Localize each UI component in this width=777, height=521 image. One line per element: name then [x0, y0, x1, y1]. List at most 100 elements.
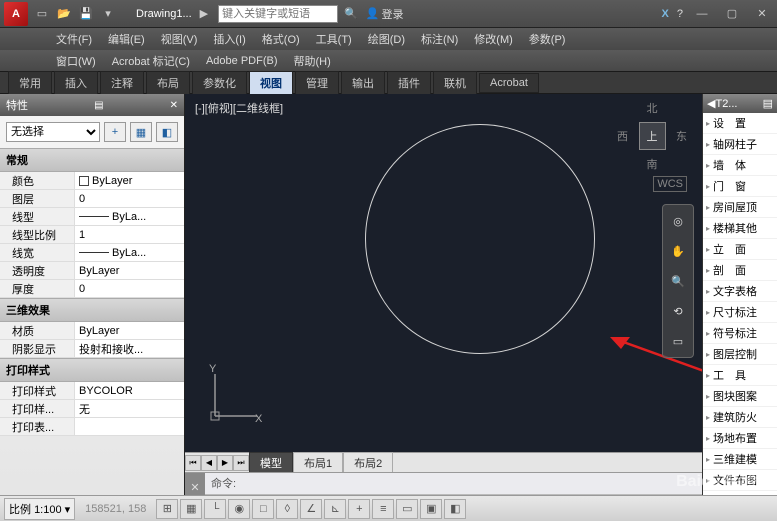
- scale-value[interactable]: 1:100: [34, 504, 62, 516]
- open-icon[interactable]: 📂: [56, 6, 72, 22]
- binoculars-icon[interactable]: 🔍: [344, 7, 358, 20]
- layout2-tab[interactable]: 布局2: [343, 452, 393, 474]
- ortho-button[interactable]: └: [204, 499, 226, 519]
- osnap-button[interactable]: □: [252, 499, 274, 519]
- palette-item[interactable]: 设 置: [703, 113, 777, 134]
- property-row[interactable]: 图层 0: [0, 190, 184, 208]
- viewport-label[interactable]: [-][俯视][二维线框]: [195, 100, 283, 116]
- palette-item[interactable]: 轴网柱子: [703, 134, 777, 155]
- circle-entity[interactable]: [365, 124, 595, 354]
- 3dosnap-button[interactable]: ◊: [276, 499, 298, 519]
- menu-item[interactable]: 视图(V): [155, 29, 204, 49]
- ducs-button[interactable]: ⊾: [324, 499, 346, 519]
- palette-item[interactable]: 墙 体: [703, 155, 777, 176]
- menu-item[interactable]: 参数(P): [523, 29, 572, 49]
- property-row[interactable]: 阴影显示 投射和接收...: [0, 340, 184, 358]
- ribbon-tab[interactable]: 视图: [249, 71, 293, 95]
- login-link[interactable]: 登录: [382, 6, 404, 22]
- menu-item[interactable]: 编辑(E): [102, 29, 151, 49]
- sc-button[interactable]: ◧: [444, 499, 466, 519]
- maximize-button[interactable]: ▢: [721, 7, 743, 21]
- save-icon[interactable]: 💾: [78, 6, 94, 22]
- menu-item[interactable]: 修改(M): [468, 29, 519, 49]
- search-input[interactable]: [218, 5, 338, 23]
- category-plot[interactable]: 打印样式: [0, 358, 184, 382]
- property-row[interactable]: 打印样式 BYCOLOR: [0, 382, 184, 400]
- menu-item[interactable]: 文件(F): [50, 29, 98, 49]
- palette-item[interactable]: 建筑防火: [703, 407, 777, 428]
- quick-select-icon[interactable]: +: [104, 122, 126, 142]
- palette-item[interactable]: 符号标注: [703, 323, 777, 344]
- menu-item[interactable]: 格式(O): [256, 29, 306, 49]
- property-row[interactable]: 打印样... 无: [0, 400, 184, 418]
- palette-item[interactable]: 楼梯其他: [703, 218, 777, 239]
- exchange-icon[interactable]: X: [662, 8, 669, 20]
- palette-item[interactable]: 尺寸标注: [703, 302, 777, 323]
- menu-item[interactable]: 插入(I): [207, 29, 251, 49]
- property-row[interactable]: 线宽 ByLa...: [0, 244, 184, 262]
- polar-button[interactable]: ◉: [228, 499, 250, 519]
- menu-item[interactable]: 窗口(W): [50, 51, 102, 71]
- menu-item[interactable]: 帮助(H): [288, 51, 337, 71]
- qp-button[interactable]: ▣: [420, 499, 442, 519]
- tpy-button[interactable]: ▭: [396, 499, 418, 519]
- tab-last-icon[interactable]: ⏭: [233, 455, 249, 471]
- user-icon[interactable]: 👤: [366, 7, 380, 20]
- tab-first-icon[interactable]: ⏮: [185, 455, 201, 471]
- drawing-canvas[interactable]: [-][俯视][二维线框] XY 北 西 上 东 南 WCS ◎ ✋ 🔍 ⟲ ▭: [185, 94, 702, 452]
- property-row[interactable]: 透明度 ByLayer: [0, 262, 184, 280]
- ribbon-tab[interactable]: 输出: [341, 71, 385, 95]
- palette-item[interactable]: 文件布图: [703, 470, 777, 491]
- menu-item[interactable]: 工具(T): [310, 29, 358, 49]
- palette-item[interactable]: 立 面: [703, 239, 777, 260]
- snap-button[interactable]: ⊞: [156, 499, 178, 519]
- tab-next-icon[interactable]: ▶: [217, 455, 233, 471]
- palette-menu-icon[interactable]: ▤: [763, 97, 773, 110]
- arrow-left-icon[interactable]: ◀: [707, 97, 715, 110]
- menu-item[interactable]: 标注(N): [415, 29, 464, 49]
- ribbon-tab[interactable]: 注释: [100, 71, 144, 95]
- property-row[interactable]: 打印表...: [0, 418, 184, 436]
- palette-item[interactable]: 图块图案: [703, 386, 777, 407]
- orbit-icon[interactable]: ⟲: [666, 299, 690, 323]
- lwt-button[interactable]: ≡: [372, 499, 394, 519]
- dropdown-icon[interactable]: ▾: [100, 6, 116, 22]
- selection-dropdown[interactable]: 无选择: [6, 122, 100, 142]
- minimize-button[interactable]: —: [691, 7, 713, 21]
- help-icon[interactable]: ?: [677, 8, 683, 20]
- play-icon[interactable]: ▶: [200, 7, 208, 20]
- layout1-tab[interactable]: 布局1: [293, 452, 343, 474]
- ribbon-tab[interactable]: 布局: [146, 71, 190, 95]
- palette-item[interactable]: 工 具: [703, 365, 777, 386]
- new-icon[interactable]: ▭: [34, 6, 50, 22]
- pickset-icon[interactable]: ◧: [156, 122, 178, 142]
- panel-menu-icon[interactable]: ▤: [94, 100, 103, 111]
- select-objects-icon[interactable]: ▦: [130, 122, 152, 142]
- property-row[interactable]: 厚度 0: [0, 280, 184, 298]
- palette-item[interactable]: 房间屋顶: [703, 197, 777, 218]
- category-general[interactable]: 常规: [0, 148, 184, 172]
- model-tab[interactable]: 模型: [249, 452, 293, 474]
- close-button[interactable]: ✕: [751, 7, 773, 21]
- ribbon-tab[interactable]: Acrobat: [479, 73, 539, 93]
- property-row[interactable]: 线型比例 1: [0, 226, 184, 244]
- menu-item[interactable]: Acrobat 标记(C): [106, 51, 196, 71]
- wheel-icon[interactable]: ◎: [666, 209, 690, 233]
- palette-item[interactable]: 文字表格: [703, 281, 777, 302]
- pan-icon[interactable]: ✋: [666, 239, 690, 263]
- ribbon-tab[interactable]: 常用: [8, 71, 52, 95]
- ribbon-tab[interactable]: 管理: [295, 71, 339, 95]
- tab-prev-icon[interactable]: ◀: [201, 455, 217, 471]
- close-panel-icon[interactable]: ✕: [170, 100, 178, 111]
- category-3d[interactable]: 三维效果: [0, 298, 184, 322]
- zoom-icon[interactable]: 🔍: [666, 269, 690, 293]
- ribbon-tab[interactable]: 插件: [387, 71, 431, 95]
- property-row[interactable]: 材质 ByLayer: [0, 322, 184, 340]
- menu-item[interactable]: Adobe PDF(B): [200, 53, 284, 69]
- palette-item[interactable]: 剖 面: [703, 260, 777, 281]
- palette-item[interactable]: 图层控制: [703, 344, 777, 365]
- dyn-button[interactable]: +: [348, 499, 370, 519]
- ribbon-tab[interactable]: 参数化: [192, 71, 247, 95]
- otrack-button[interactable]: ∠: [300, 499, 322, 519]
- palette-item[interactable]: 场地布置: [703, 428, 777, 449]
